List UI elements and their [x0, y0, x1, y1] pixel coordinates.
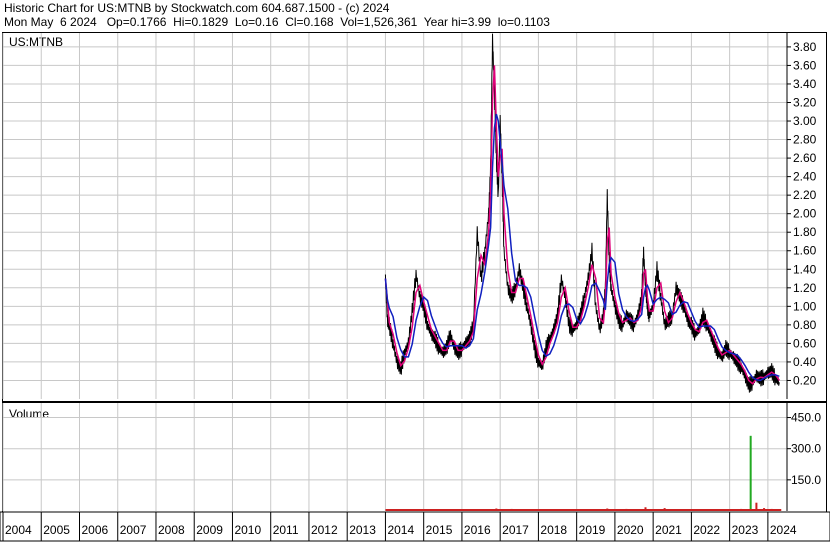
price-tick-label: 0.80	[793, 318, 817, 332]
price-tick-label: 3.40	[793, 77, 817, 91]
x-tick-label-2015: 2015	[426, 523, 453, 537]
x-tick-label-2013: 2013	[349, 523, 376, 537]
volume-bar	[749, 435, 752, 511]
x-tick-label-2009: 2009	[196, 523, 223, 537]
x-tick-label-2010: 2010	[234, 523, 261, 537]
x-tick-label-2011: 2011	[273, 523, 299, 537]
price-tick-label: 2.40	[793, 170, 817, 184]
x-tick-label-2019: 2019	[579, 523, 606, 537]
price-tick-label: 2.00	[793, 207, 817, 221]
x-tick-label-2017: 2017	[502, 523, 529, 537]
x-tick-label-2006: 2006	[81, 523, 108, 537]
price-tick-label: 0.20	[793, 373, 817, 387]
price-tick-label: 1.60	[793, 244, 817, 258]
x-tick-label-2005: 2005	[43, 523, 70, 537]
price-tick-label: 3.80	[793, 40, 817, 54]
price-tick-label: 1.80	[793, 225, 817, 239]
x-tick-label-2007: 2007	[120, 523, 147, 537]
volume-tick-label: 450.0	[791, 411, 821, 425]
volume-tick-label: 300.0	[791, 442, 821, 456]
price-tick-label: 0.40	[793, 355, 817, 369]
x-tick-label-2004: 2004	[5, 523, 32, 537]
price-tick-label: 1.20	[793, 281, 817, 295]
price-series-line	[384, 33, 780, 393]
x-tick-label-2014: 2014	[387, 523, 414, 537]
long-moving-average-line	[384, 113, 780, 382]
x-tick-label-2012: 2012	[311, 523, 338, 537]
chart-canvas: 0.20 0.40 0.60 0.80 1.00 1.20 1.40 1.60 1.80 2.00…	[0, 33, 830, 542]
x-tick-label-2018: 2018	[540, 523, 567, 537]
x-tick-label-2024: 2024	[770, 523, 797, 537]
price-tick-label: 2.20	[793, 188, 817, 202]
x-tick-label-2022: 2022	[693, 523, 720, 537]
x-tick-label-2023: 2023	[732, 523, 759, 537]
x-tick-label-2008: 2008	[158, 523, 185, 537]
price-tick-label: 1.00	[793, 299, 817, 313]
short-moving-average-line	[384, 65, 780, 385]
price-tick-label: 3.20	[793, 95, 817, 109]
x-tick-label-2021: 2021	[655, 523, 682, 537]
x-tick-label-2020: 2020	[617, 523, 644, 537]
volume-tick-label: 150.0	[791, 473, 821, 487]
x-tick-label-2016: 2016	[464, 523, 491, 537]
price-tick-label: 1.40	[793, 262, 817, 276]
price-tick-label: 2.60	[793, 151, 817, 165]
price-tick-label: 3.00	[793, 114, 817, 128]
price-tick-label: 3.60	[793, 58, 817, 72]
price-tick-label: 0.60	[793, 336, 817, 350]
price-tick-label: 2.80	[793, 133, 817, 147]
